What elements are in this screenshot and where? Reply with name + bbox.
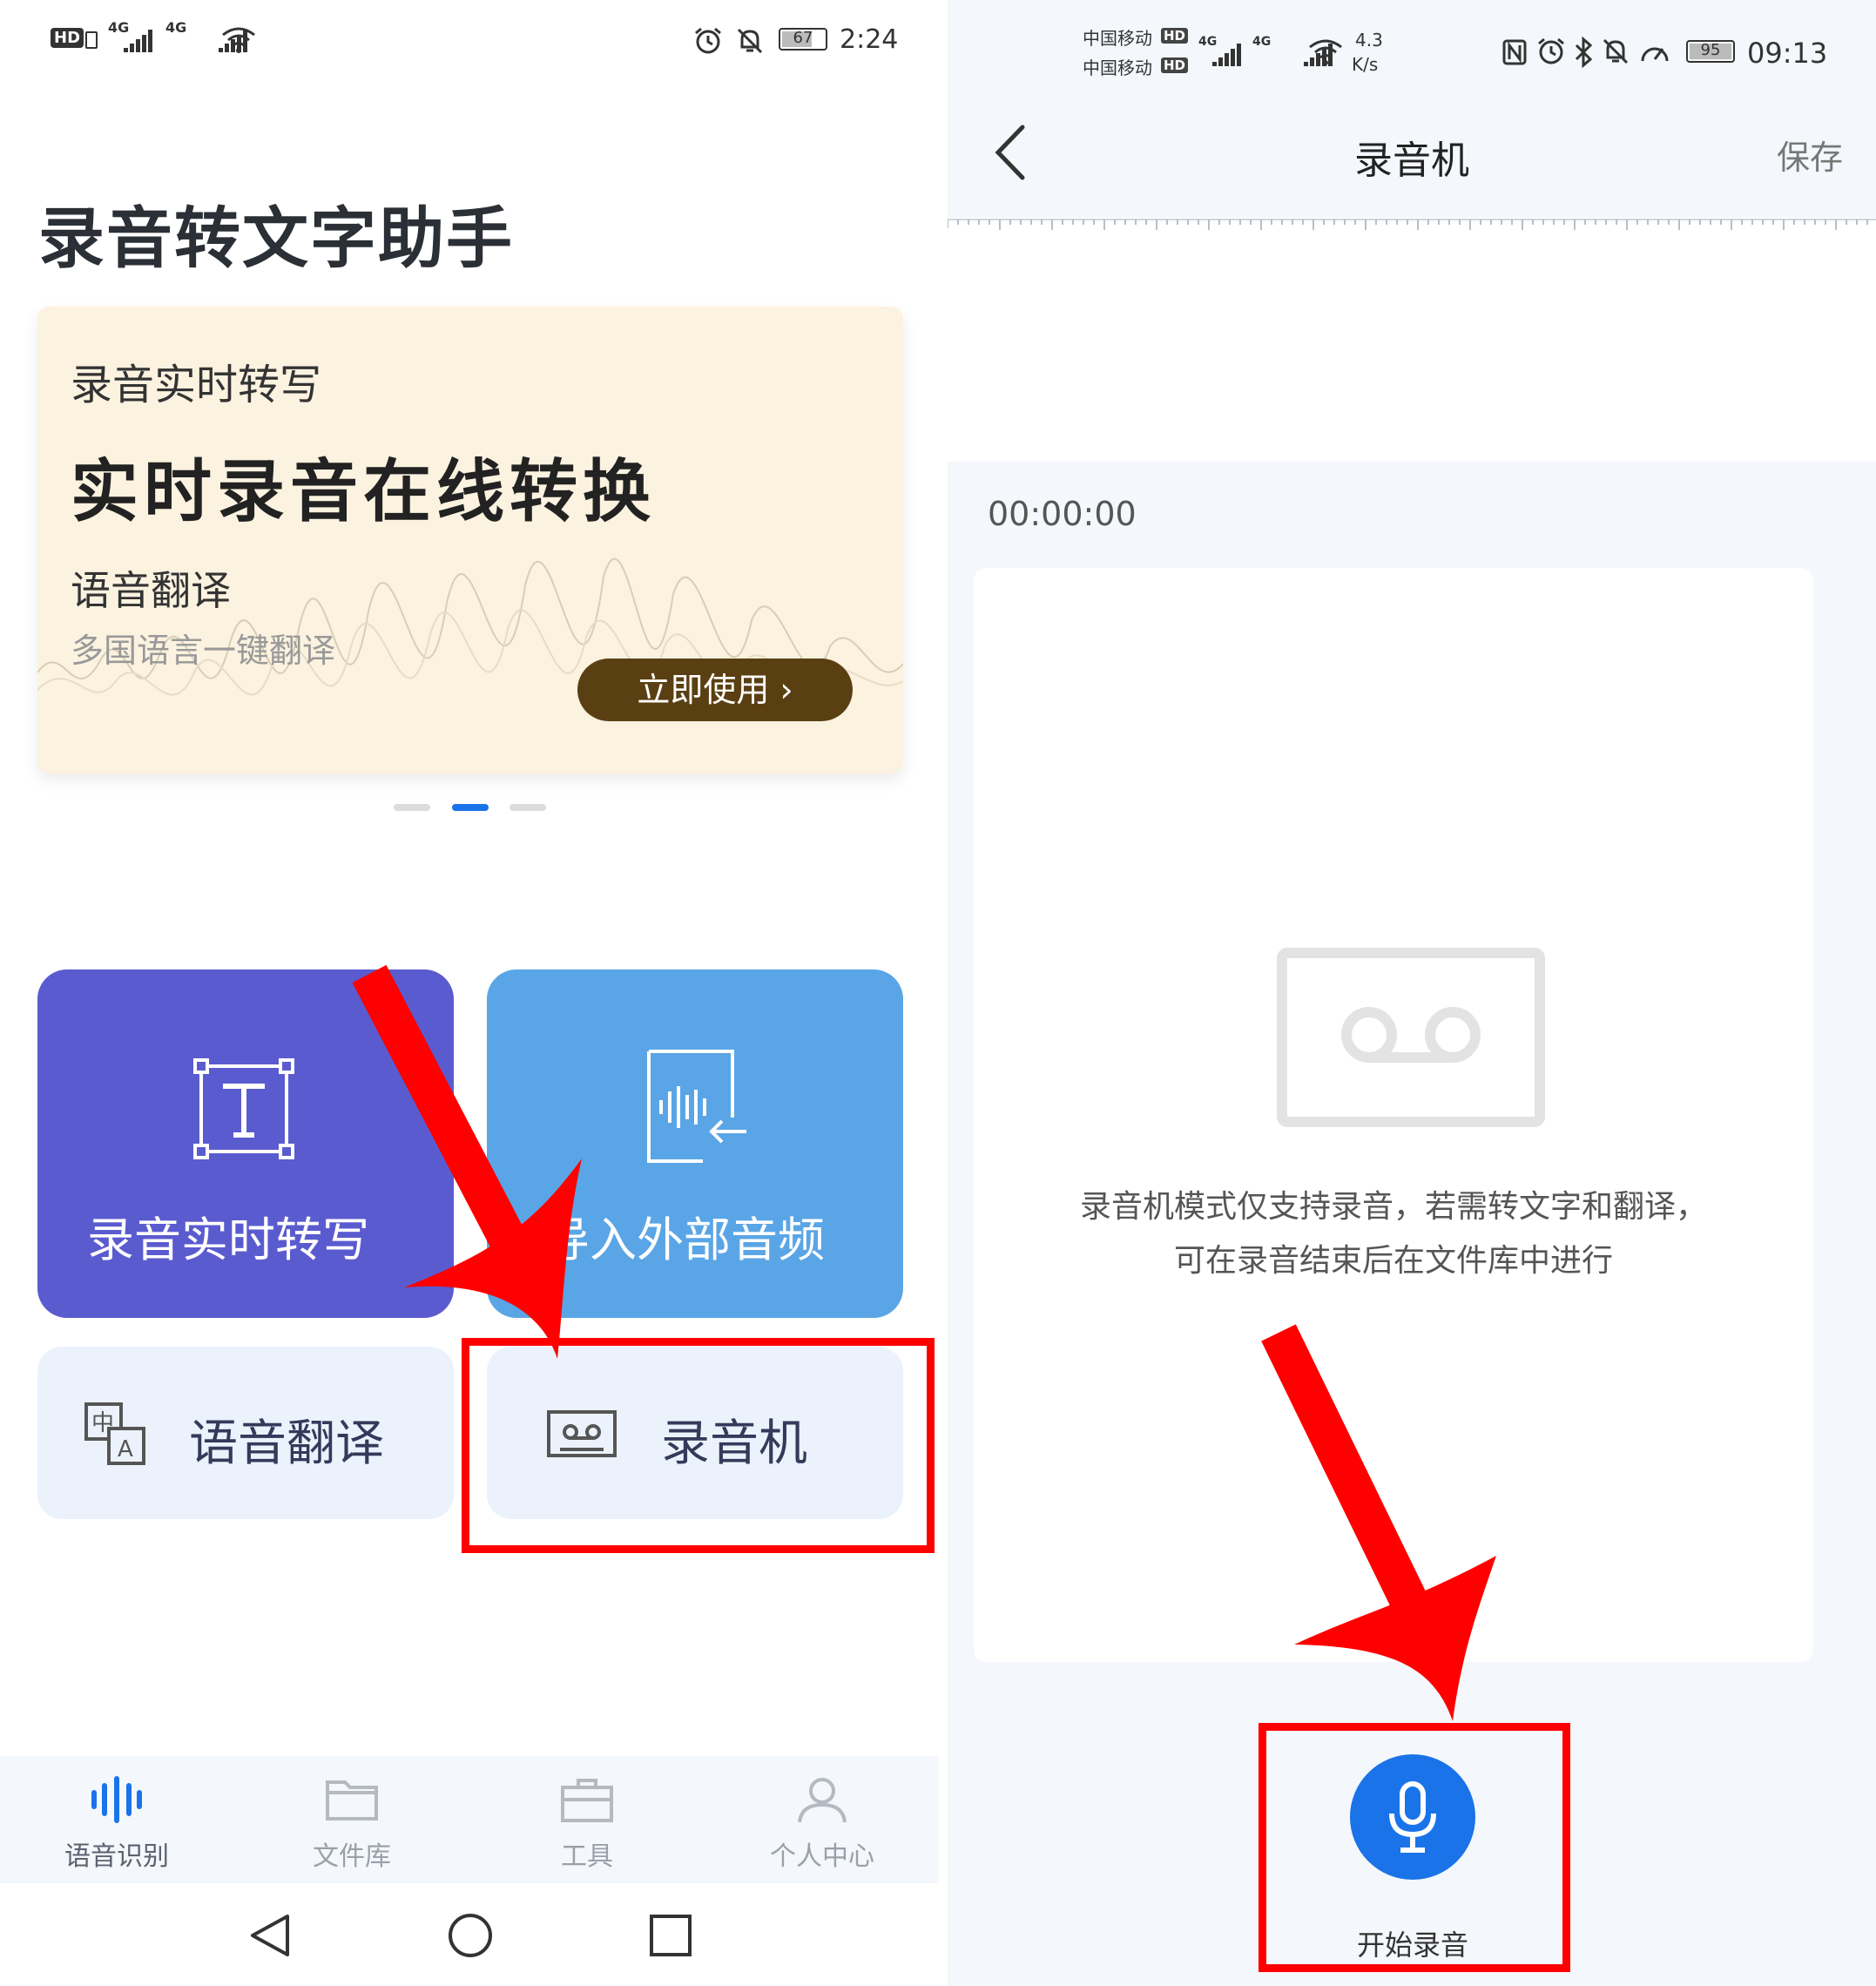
red-arrow-annotation <box>352 964 582 1359</box>
left-phone-screen: HD 4G 4G 67 2:24 录音转文字助手 录音实时转写 实时录音在线转换… <box>0 0 939 1986</box>
right-phone-screen: 中国移动 中国移动 HD HD 4G 4G 4.3 K/s 95 09:13 录… <box>948 0 1876 1986</box>
red-arrow-annotation-right <box>1261 1324 1496 1721</box>
panel-divider <box>939 0 948 1986</box>
